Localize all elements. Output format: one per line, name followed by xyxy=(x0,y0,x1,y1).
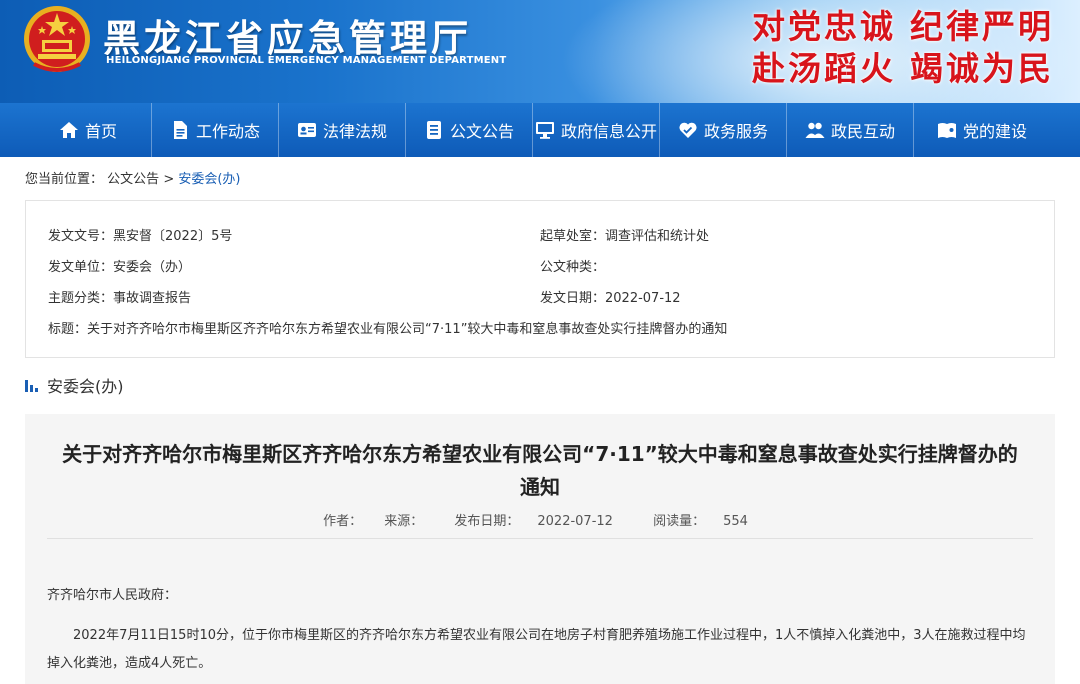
meta-topic: 主题分类：事故调查报告 xyxy=(48,287,191,306)
id-card-icon xyxy=(297,123,316,137)
article-source: 来源： xyxy=(384,514,424,529)
nav-item-laws[interactable]: 法律法规 xyxy=(279,103,405,157)
nav-label: 政民互动 xyxy=(830,122,895,141)
nav-item-interaction[interactable]: 政民互动 xyxy=(787,103,913,157)
nav-label: 政府信息公开 xyxy=(560,122,657,141)
monitor-icon xyxy=(535,122,554,139)
people-icon xyxy=(805,122,825,138)
nav-label: 法律法规 xyxy=(322,122,387,141)
list-icon xyxy=(426,121,441,139)
nav-label: 政务服务 xyxy=(703,122,768,141)
nav-item-party[interactable]: 党的建设 xyxy=(914,103,1050,157)
meta-value: 调查评估和统计处 xyxy=(605,229,710,244)
slogan-phrase: 对党忠诚 xyxy=(752,7,896,46)
meta-value: 2022-07-12 xyxy=(605,291,681,306)
meta-label: 发文日期： xyxy=(540,291,606,306)
document-icon xyxy=(173,121,187,139)
slogan-line-2: 赴汤蹈火 竭诚为民 xyxy=(752,42,1054,90)
meta-doc-no: 发文文号：黑安督〔2022〕5号 xyxy=(48,225,232,244)
header-banner: 黑龙江省应急管理厅 HEILONGJIANG PROVINCIAL EMERGE… xyxy=(0,0,1080,103)
main-nav: 首页 工作动态 法律法规 公文公告 政府信息公开 政务服务 政民互动 党的建设 xyxy=(0,103,1080,157)
section-heading: 安委会(办) xyxy=(25,374,124,396)
nav-label: 首页 xyxy=(84,122,117,141)
slogan-phrase: 赴汤蹈火 xyxy=(752,49,896,88)
meta-label: 标题： xyxy=(48,322,88,337)
section-title: 安委会(办) xyxy=(47,377,124,396)
meta-drafting-office: 起草处室：调查评估和统计处 xyxy=(540,225,709,244)
slogan-phrase: 竭诚为民 xyxy=(910,49,1054,88)
nav-label: 工作动态 xyxy=(195,122,260,141)
meta-date: 发文日期：2022-07-12 xyxy=(540,287,681,306)
article-author: 作者： xyxy=(323,514,363,529)
site-title: 黑龙江省应急管理厅 xyxy=(103,16,472,60)
article-divider xyxy=(47,538,1033,539)
site-subtitle: HEILONGJIANG PROVINCIAL EMERGENCY MANAGE… xyxy=(106,55,507,66)
article-title: 关于对齐齐哈尔市梅里斯区齐齐哈尔东方希望农业有限公司“7·11”较大中毒和窒息事… xyxy=(62,442,1018,499)
meta-label: 公文种类： xyxy=(540,260,606,275)
national-emblem-icon xyxy=(24,6,90,72)
breadcrumb: 您当前位置： 公文公告 > 安委会(办) xyxy=(25,168,241,187)
document-meta-box: 发文文号：黑安督〔2022〕5号 起草处室：调查评估和统计处 发文单位：安委会（… xyxy=(25,200,1055,358)
meta-value: 安委会（办） xyxy=(113,260,192,275)
slogan-line-1: 对党忠诚 纪律严明 xyxy=(752,0,1054,48)
nav-item-notices[interactable]: 公文公告 xyxy=(406,103,532,157)
meta-label: 主题分类： xyxy=(48,291,114,306)
meta-label: 发文单位： xyxy=(48,260,114,275)
breadcrumb-current[interactable]: 安委会(办) xyxy=(178,172,240,187)
meta-issuer: 发文单位：安委会（办） xyxy=(48,256,191,275)
meta-value: 事故调查报告 xyxy=(113,291,192,306)
nav-item-home[interactable]: 首页 xyxy=(25,103,151,157)
nav-item-gov-info[interactable]: 政府信息公开 xyxy=(533,103,659,157)
nav-item-work-news[interactable]: 工作动态 xyxy=(152,103,278,157)
meta-label: 起草处室： xyxy=(540,229,606,244)
meta-label: 发文文号： xyxy=(48,229,114,244)
breadcrumb-separator: > xyxy=(163,172,175,187)
meta-doc-type: 公文种类： xyxy=(540,256,605,275)
nav-label: 党的建设 xyxy=(962,122,1027,141)
breadcrumb-link-notices[interactable]: 公文公告 xyxy=(107,172,159,187)
meta-value: 黑安督〔2022〕5号 xyxy=(113,229,233,244)
slogan-phrase: 纪律严明 xyxy=(910,7,1054,46)
article-container: 关于对齐齐哈尔市梅里斯区齐齐哈尔东方希望农业有限公司“7·11”较大中毒和窒息事… xyxy=(25,414,1055,684)
article-salutation: 齐齐哈尔市人民政府： xyxy=(47,588,178,603)
nav-label: 公文公告 xyxy=(449,122,514,141)
heart-icon xyxy=(679,122,697,138)
article-info: 作者： 来源： 发布日期： 2022-07-12 阅读量： 554 xyxy=(25,510,1055,529)
article-date: 发布日期： 2022-07-12 xyxy=(454,514,613,529)
breadcrumb-prefix: 您当前位置： xyxy=(25,172,104,187)
nav-item-services[interactable]: 政务服务 xyxy=(660,103,786,157)
home-icon xyxy=(59,122,78,138)
article-paragraph: 2022年7月11日15时10分，位于你市梅里斯区的齐齐哈尔东方希望农业有限公司… xyxy=(47,628,1026,671)
meta-value: 关于对齐齐哈尔市梅里斯区齐齐哈尔东方希望农业有限公司“7·11”较大中毒和窒息事… xyxy=(87,322,728,337)
bar-chart-icon xyxy=(25,380,38,392)
article-views: 阅读量： 554 xyxy=(653,514,748,529)
party-book-icon xyxy=(937,123,956,138)
meta-title: 标题：关于对齐齐哈尔市梅里斯区齐齐哈尔东方希望农业有限公司“7·11”较大中毒和… xyxy=(48,318,727,337)
